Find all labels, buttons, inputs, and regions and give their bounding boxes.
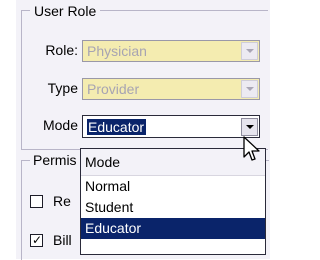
role-label: Role:: [45, 42, 78, 58]
mode-dropdown-list[interactable]: Mode Normal Student Educator: [80, 148, 266, 255]
mode-dropdown-button[interactable]: [241, 117, 258, 136]
dropdown-option-student[interactable]: Student: [81, 197, 265, 218]
chevron-down-icon: [245, 49, 254, 53]
permissions-group-title: Permis: [30, 152, 80, 168]
permission-label-re: Re: [53, 193, 71, 209]
dropdown-header: Mode: [81, 149, 265, 176]
type-label: Type: [47, 80, 78, 96]
permission-row-re[interactable]: Re: [30, 193, 71, 209]
permission-row-bill[interactable]: ✓ Bill: [30, 232, 72, 248]
chevron-down-icon: [245, 87, 254, 91]
mode-label: Mode: [42, 117, 78, 133]
type-combo[interactable]: Provider: [82, 78, 260, 100]
dropdown-option-educator[interactable]: Educator: [81, 218, 265, 239]
dropdown-option-normal[interactable]: Normal: [81, 176, 265, 197]
mouse-pointer-icon: [243, 136, 260, 161]
permission-label-bill: Bill: [53, 232, 72, 248]
checkbox-re[interactable]: [30, 194, 43, 208]
type-dropdown-button[interactable]: [241, 80, 258, 98]
mode-combo[interactable]: Educator: [82, 115, 260, 138]
role-value: Physician: [87, 43, 147, 59]
role-combo[interactable]: Physician: [82, 40, 260, 62]
checkbox-bill[interactable]: ✓: [30, 232, 43, 247]
user-role-group-title: User Role: [30, 3, 101, 19]
mode-value: Educator: [87, 118, 147, 135]
checkmark-icon: ✓: [32, 232, 43, 247]
type-value: Provider: [87, 81, 140, 97]
chevron-down-icon: [245, 124, 254, 129]
role-dropdown-button[interactable]: [241, 42, 258, 60]
